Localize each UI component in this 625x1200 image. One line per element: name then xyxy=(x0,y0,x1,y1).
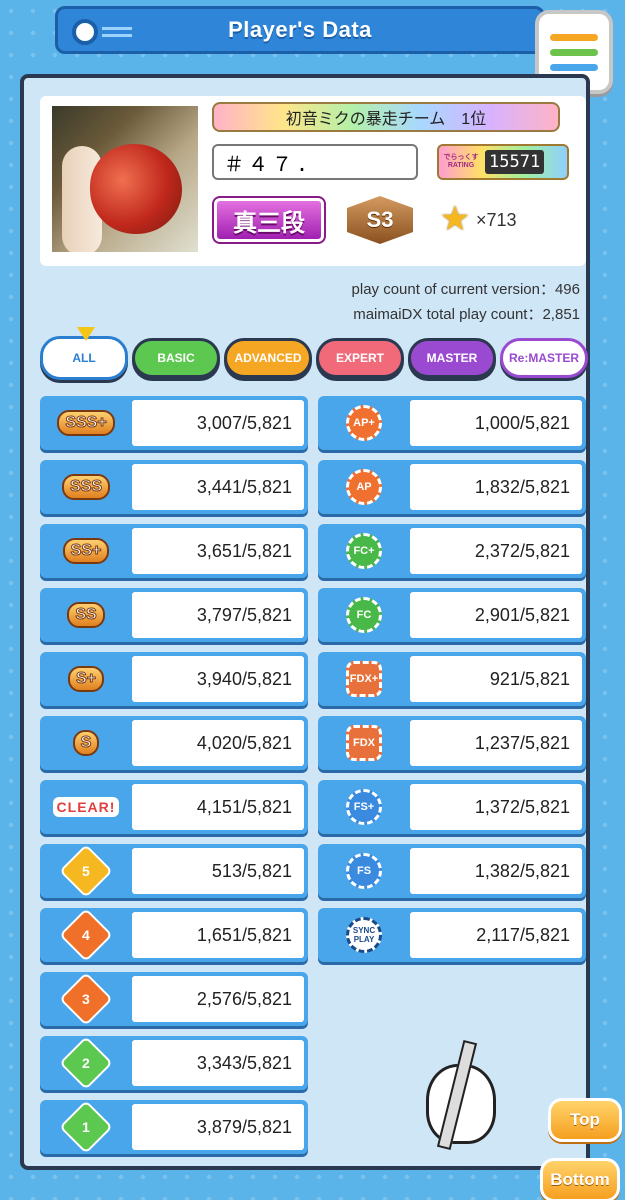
stat-row-fc-plus: FC+ 2,372/5,821 xyxy=(318,524,586,578)
stat-value: 1,651/5,821 xyxy=(132,912,304,958)
stat-row-clear: CLEAR! 4,151/5,821 xyxy=(40,780,308,834)
ss-icon: SS xyxy=(44,592,128,638)
stat-row-s: S 4,020/5,821 xyxy=(40,716,308,770)
sss-icon: SSS xyxy=(44,464,128,510)
stat-row-sync-play: SYNC PLAY 2,117/5,821 xyxy=(318,908,586,962)
current-version-play-count: play count of current version：496 xyxy=(351,281,580,298)
stat-value: 1,372/5,821 xyxy=(410,784,582,830)
dx-star-4-icon: 4 xyxy=(44,908,128,962)
s-icon: S xyxy=(44,720,128,766)
stat-value: 3,797/5,821 xyxy=(132,592,304,638)
rating-label: でらっくす RATING xyxy=(443,154,479,169)
stat-value: 2,901/5,821 xyxy=(410,592,582,638)
tab-all[interactable]: ALL xyxy=(40,327,128,380)
stat-value: 2,372/5,821 xyxy=(410,528,582,574)
difficulty-tabs: ALL BASIC ADVANCED EXPERT MASTER Re:MAST… xyxy=(40,327,590,384)
stat-row-sss: SSS 3,441/5,821 xyxy=(40,460,308,514)
stat-row-star-3: 3 2,576/5,821 xyxy=(40,972,308,1026)
s-plus-icon: S+ xyxy=(44,656,128,702)
stat-row-ap: AP 1,832/5,821 xyxy=(318,460,586,514)
rating-value: 15571 xyxy=(485,150,545,174)
fc-icon: FC xyxy=(322,592,406,638)
page-title: Player's Data xyxy=(228,17,372,42)
ap-plus-icon: AP+ xyxy=(322,400,406,446)
star-icon: ★ xyxy=(439,200,471,238)
clear-icon: CLEAR! xyxy=(44,784,128,830)
stat-row-ss-plus: SS+ 3,651/5,821 xyxy=(40,524,308,578)
page-header: Player's Data xyxy=(55,6,545,54)
stat-value: 513/5,821 xyxy=(132,848,304,894)
sync-play-icon: SYNC PLAY xyxy=(322,912,406,958)
sss-plus-icon: SSS+ xyxy=(44,400,128,446)
stat-row-fc: FC 2,901/5,821 xyxy=(318,588,586,642)
stat-value: 1,832/5,821 xyxy=(410,464,582,510)
tab-expert[interactable]: EXPERT xyxy=(316,338,404,378)
player-name: ＃４７. xyxy=(212,144,418,180)
header-stripes-icon xyxy=(102,27,132,37)
star-count: ×713 xyxy=(476,210,517,230)
stat-value: 1,000/5,821 xyxy=(410,400,582,446)
fdx-icon: FDX xyxy=(322,720,406,766)
stat-value: 1,237/5,821 xyxy=(410,720,582,766)
scroll-top-button[interactable]: Top xyxy=(548,1098,622,1142)
stat-row-fdx: FDX 1,237/5,821 xyxy=(318,716,586,770)
header-knob-icon xyxy=(72,19,98,45)
avatar xyxy=(52,106,198,252)
rating-box: でらっくす RATING 15571 xyxy=(437,144,569,180)
dx-star-3-icon: 3 xyxy=(44,972,128,1026)
stat-row-ss: SS 3,797/5,821 xyxy=(40,588,308,642)
stat-row-ap-plus: AP+ 1,000/5,821 xyxy=(318,396,586,450)
fs-icon: FS xyxy=(322,848,406,894)
scroll-bottom-button[interactable]: Bottom xyxy=(540,1158,620,1200)
player-data-panel: 初音ミクの暴走チーム 1位 ＃４７. でらっくす RATING 15571 真三… xyxy=(20,74,590,1170)
stat-value: 4,151/5,821 xyxy=(132,784,304,830)
title-plate: 初音ミクの暴走チーム 1位 xyxy=(212,102,560,132)
dx-star-1-icon: 1 xyxy=(44,1100,128,1154)
mascot-illustration xyxy=(420,1039,510,1151)
stat-value: 2,576/5,821 xyxy=(132,976,304,1022)
fdx-plus-icon: FDX+ xyxy=(322,656,406,702)
selected-caret-icon xyxy=(77,327,95,341)
stat-row-fdx-plus: FDX+ 921/5,821 xyxy=(318,652,586,706)
stat-row-sss-plus: SSS+ 3,007/5,821 xyxy=(40,396,308,450)
stat-row-star-4: 4 1,651/5,821 xyxy=(40,908,308,962)
class-badge: S3 xyxy=(347,196,413,244)
stat-value: 3,441/5,821 xyxy=(132,464,304,510)
menu-bar-icon xyxy=(550,33,598,41)
stat-value: 1,382/5,821 xyxy=(410,848,582,894)
fs-plus-icon: FS+ xyxy=(322,784,406,830)
tab-remaster[interactable]: Re:MASTER xyxy=(500,338,588,378)
stat-value: 4,020/5,821 xyxy=(132,720,304,766)
stat-row-fs: FS 1,382/5,821 xyxy=(318,844,586,898)
profile-card: 初音ミクの暴走チーム 1位 ＃４７. でらっくす RATING 15571 真三… xyxy=(40,96,586,266)
tab-master[interactable]: MASTER xyxy=(408,338,496,378)
ap-icon: AP xyxy=(322,464,406,510)
tab-advanced[interactable]: ADVANCED xyxy=(224,338,312,378)
tab-basic[interactable]: BASIC xyxy=(132,338,220,378)
stat-value: 3,343/5,821 xyxy=(132,1040,304,1086)
stat-value: 3,940/5,821 xyxy=(132,656,304,702)
stat-row-star-5: 5 513/5,821 xyxy=(40,844,308,898)
fc-plus-icon: FC+ xyxy=(322,528,406,574)
stat-row-fs-plus: FS+ 1,372/5,821 xyxy=(318,780,586,834)
dx-star-5-icon: 5 xyxy=(44,844,128,898)
dx-star-2-icon: 2 xyxy=(44,1036,128,1090)
stat-row-star-2: 2 3,343/5,821 xyxy=(40,1036,308,1090)
stat-value: 3,879/5,821 xyxy=(132,1104,304,1150)
menu-bar-icon xyxy=(550,63,598,71)
stat-row-s-plus: S+ 3,940/5,821 xyxy=(40,652,308,706)
ss-plus-icon: SS+ xyxy=(44,528,128,574)
dan-badge: 真三段 xyxy=(212,196,326,244)
menu-bar-icon xyxy=(550,48,598,56)
stat-value: 3,007/5,821 xyxy=(132,400,304,446)
total-play-count: maimaiDX total play count：2,851 xyxy=(353,306,580,323)
stat-value: 921/5,821 xyxy=(410,656,582,702)
stat-row-star-1: 1 3,879/5,821 xyxy=(40,1100,308,1154)
stat-value: 3,651/5,821 xyxy=(132,528,304,574)
stat-value: 2,117/5,821 xyxy=(410,912,582,958)
